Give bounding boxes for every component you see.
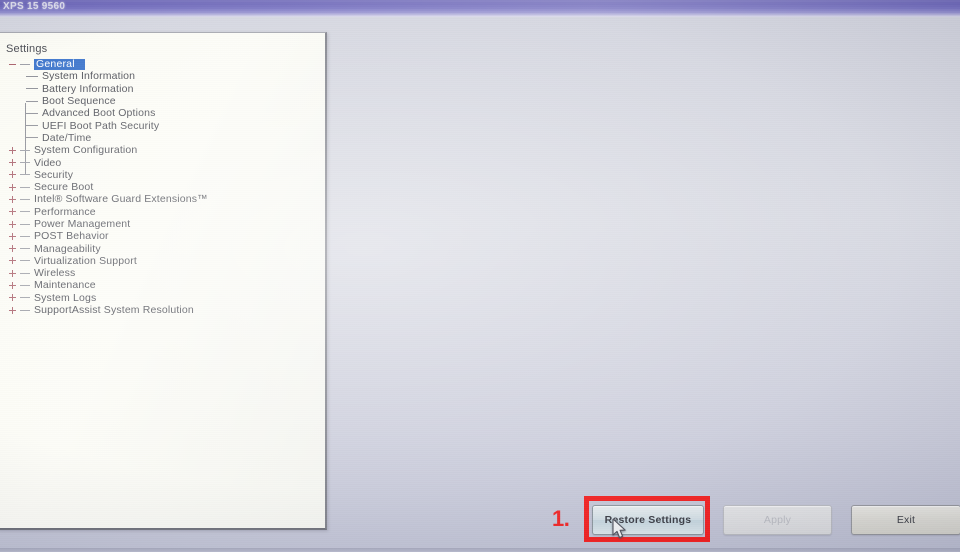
tree-connector-line: [26, 125, 38, 127]
plus-square-icon[interactable]: [8, 256, 17, 265]
tree-connector-line: [20, 284, 30, 286]
tree-item-maintenance[interactable]: Maintenance: [4, 279, 319, 291]
settings-tree: Settings General System Information Batter…: [0, 33, 325, 528]
plus-square-icon[interactable]: [8, 207, 17, 216]
window-title-bar: XPS 15 9560: [0, 0, 960, 17]
tree-item-security[interactable]: Security: [4, 169, 319, 181]
tree-item-label: Security: [34, 168, 74, 181]
plus-square-icon[interactable]: [8, 306, 17, 315]
exit-label: Exit: [896, 514, 916, 526]
minus-square-icon[interactable]: [8, 60, 17, 69]
tree-item-label: Intel® Software Guard Extensions™: [34, 193, 208, 206]
tree-connector-line: [20, 198, 30, 200]
tree-item-boot-sequence[interactable]: Boot Sequence: [4, 95, 319, 107]
window-title: XPS 15 9560: [3, 1, 66, 12]
tree-connector-line: [20, 260, 30, 262]
tree-connector-line: [20, 186, 30, 188]
plus-square-icon[interactable]: [8, 220, 17, 229]
tree-item-system-information[interactable]: System Information: [4, 70, 319, 82]
tree-connector-line: [20, 235, 30, 237]
tree-connector-line: [26, 75, 38, 77]
exit-button[interactable]: Exit: [851, 505, 960, 535]
tree-connector-line: [20, 174, 30, 176]
tree-item-label: System Logs: [34, 291, 97, 304]
tree-item-label: POST Behavior: [34, 230, 109, 243]
tree-item-label: Boot Sequence: [42, 95, 116, 108]
tree-item-label: Wireless: [34, 267, 76, 280]
tree-item-secure-boot[interactable]: Secure Boot: [4, 181, 319, 193]
tree-connector-line: [20, 248, 30, 250]
tree-item-date-time[interactable]: Date/Time: [4, 132, 319, 144]
plus-square-icon[interactable]: [8, 232, 17, 241]
plus-square-icon[interactable]: [8, 158, 17, 167]
tree-item-performance[interactable]: Performance: [4, 206, 319, 218]
tree-connector-line: [26, 137, 38, 139]
tree-item-supportassist-system-resolution[interactable]: SupportAssist System Resolution: [4, 304, 319, 316]
plus-square-icon[interactable]: [8, 183, 17, 192]
tree-connector-line: [20, 149, 30, 151]
annotation-step-number: 1.: [552, 506, 570, 531]
tree-item-label: Video: [34, 156, 62, 169]
tree-connector-line: [26, 88, 38, 90]
tree-item-label: Date/Time: [42, 131, 92, 144]
tree-node-list: General System Information Battery Informa…: [4, 58, 319, 316]
bios-setup-screen: XPS 15 9560 Settings General System Infor…: [0, 0, 960, 552]
restore-settings-label: Restore Settings: [604, 514, 692, 526]
tree-connector-line: [26, 100, 38, 102]
apply-label: Apply: [763, 514, 792, 526]
tree-item-advanced-boot-options[interactable]: Advanced Boot Options: [4, 107, 319, 119]
tree-connector-line: [20, 309, 30, 311]
tree-item-manageability[interactable]: Manageability: [4, 242, 319, 255]
tree-item-label: Power Management: [34, 218, 131, 230]
tree-connector-line: [20, 211, 30, 213]
plus-square-icon[interactable]: [8, 195, 17, 204]
tree-connector-line: [20, 272, 30, 274]
tree-item-battery-information[interactable]: Battery Information: [4, 83, 319, 95]
tree-connector-line: [20, 162, 30, 164]
tree-connector-line: [20, 63, 30, 65]
tree-item-system-configuration[interactable]: System Configuration: [4, 144, 319, 156]
tree-header-label: Settings: [6, 43, 48, 55]
tree-item-intel-software-guard-extensions[interactable]: Intel® Software Guard Extensions™: [4, 193, 319, 205]
tree-item-label: Manageability: [34, 242, 101, 255]
screen-bottom-edge: [0, 548, 960, 552]
tree-item-label: System Configuration: [34, 144, 138, 157]
tree-item-general[interactable]: General: [4, 58, 319, 70]
tree-item-label: Secure Boot: [34, 181, 94, 194]
tree-item-uefi-boot-path-security[interactable]: UEFI Boot Path Security: [4, 119, 319, 132]
plus-square-icon[interactable]: [8, 244, 17, 253]
tree-item-label: Virtualization Support: [34, 254, 137, 267]
plus-square-icon[interactable]: [8, 281, 17, 290]
tree-item-power-management[interactable]: Power Management: [4, 218, 319, 230]
tree-item-system-logs[interactable]: System Logs: [4, 292, 319, 304]
tree-item-label: UEFI Boot Path Security: [42, 119, 160, 132]
tree-connector-line: [26, 112, 38, 114]
tree-connector-line: [20, 297, 30, 299]
tree-item-label: System Information: [42, 70, 136, 83]
tree-item-label: Performance: [34, 205, 96, 218]
apply-button[interactable]: Apply: [723, 505, 832, 535]
settings-tree-panel: Settings General System Information Batter…: [0, 32, 327, 530]
plus-square-icon[interactable]: [8, 170, 17, 179]
plus-square-icon[interactable]: [8, 146, 17, 155]
plus-square-icon[interactable]: [8, 269, 17, 278]
tree-connector-line: [20, 223, 30, 225]
tree-item-label: Advanced Boot Options: [42, 107, 156, 120]
tree-item-label: Maintenance: [34, 279, 96, 292]
tree-item-label: Battery Information: [42, 82, 134, 95]
tree-item-video[interactable]: Video: [4, 156, 319, 169]
tree-item-label: General: [34, 58, 85, 70]
tree-item-wireless[interactable]: Wireless: [4, 267, 319, 279]
tree-item-post-behavior[interactable]: POST Behavior: [4, 230, 319, 242]
plus-square-icon[interactable]: [8, 293, 17, 302]
title-bar-gloss: [0, 0, 960, 17]
tree-item-label: SupportAssist System Resolution: [34, 304, 194, 317]
tree-item-virtualization-support[interactable]: Virtualization Support: [4, 255, 319, 267]
restore-settings-button[interactable]: Restore Settings: [592, 505, 704, 535]
